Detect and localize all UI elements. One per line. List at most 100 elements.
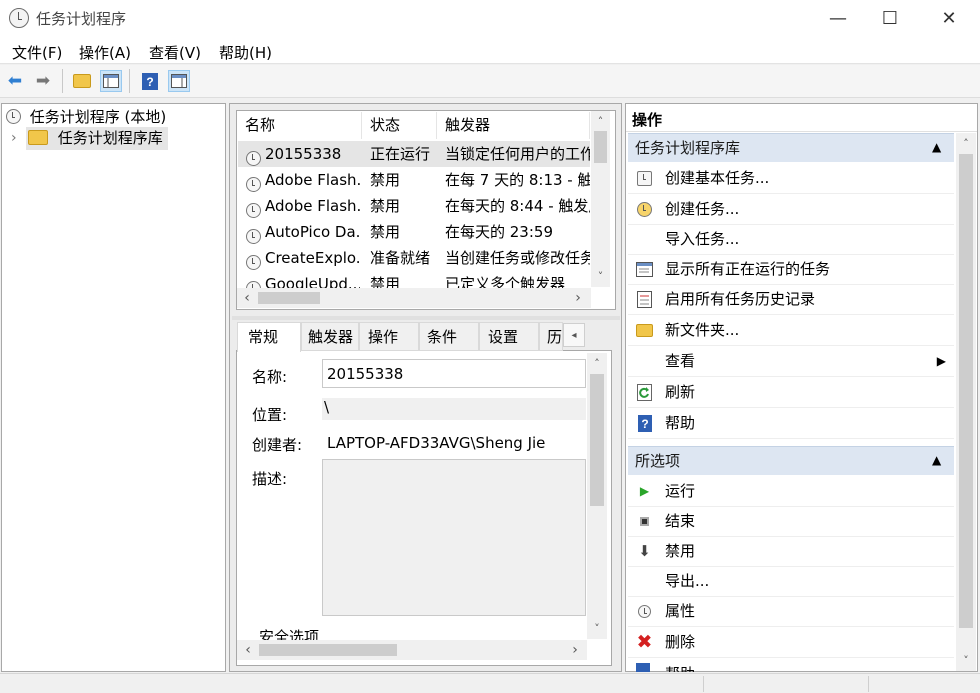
action-delete[interactable]: ✖ 删除	[628, 627, 954, 658]
show-hide-console-tree-icon[interactable]	[100, 70, 122, 92]
task-trigger: 当创建任务或修改任务时	[445, 249, 590, 267]
action-help[interactable]: ? 帮助	[628, 408, 954, 439]
action-label: 结束	[665, 512, 696, 530]
tab-actions[interactable]: 操作	[359, 322, 419, 351]
collapse-icon[interactable]: ▲	[932, 140, 941, 154]
scroll-right-arrow-icon[interactable]: ›	[567, 642, 583, 658]
task-status: 准备就绪	[370, 249, 431, 267]
action-enable-history[interactable]: 启用所有任务历史记录	[628, 284, 954, 315]
tab-settings[interactable]: 设置	[479, 322, 539, 351]
table-row[interactable]: Adobe Flash... 禁用 在每天的 8:44 - 触发后	[238, 193, 590, 219]
scrollbar-thumb[interactable]	[258, 292, 320, 304]
action-import-task[interactable]: 导入任务...	[628, 224, 954, 255]
new-folder-icon	[636, 322, 653, 339]
action-show-running-tasks[interactable]: 显示所有正在运行的任务	[628, 254, 954, 285]
action-end[interactable]: 结束	[628, 506, 954, 537]
action-create-basic-task[interactable]: 创建基本任务...	[628, 163, 954, 194]
action-label: 删除	[665, 633, 696, 651]
table-row[interactable]: 20155338 正在运行 当锁定任何用户的工作站时	[238, 141, 590, 167]
scroll-down-arrow-icon[interactable]: ˅	[587, 620, 607, 637]
tree-item-task-library[interactable]: 任务计划程序库	[26, 127, 168, 150]
task-status: 禁用	[370, 171, 401, 189]
minimize-button[interactable]: —	[813, 0, 863, 36]
submenu-arrow-icon: ▶	[936, 354, 946, 368]
scroll-left-arrow-icon[interactable]: ‹	[240, 642, 256, 658]
task-name: Adobe Flash...	[265, 197, 360, 215]
tab-triggers[interactable]: 触发器	[301, 322, 359, 351]
scroll-up-arrow-icon[interactable]: ˄	[587, 355, 607, 372]
scrollbar-thumb[interactable]	[594, 131, 607, 163]
menu-bar	[0, 37, 980, 64]
menu-file[interactable]: 文件(F)	[12, 42, 62, 63]
task-name: AutoPico Da...	[265, 223, 360, 241]
clock-icon	[246, 281, 261, 288]
table-row[interactable]: AutoPico Da... 禁用 在每天的 23:59	[238, 219, 590, 245]
task-name: 20155338	[265, 145, 342, 163]
action-create-task[interactable]: 创建任务...	[628, 194, 954, 225]
task-status: 禁用	[370, 197, 401, 215]
up-folder-icon[interactable]	[71, 70, 93, 92]
clock-icon	[246, 255, 261, 270]
console-tree-pane	[1, 103, 226, 672]
task-scheduler-app-icon	[9, 8, 29, 28]
description-field[interactable]	[322, 459, 586, 616]
forward-arrow-icon[interactable]: ➡	[32, 70, 54, 92]
section-header-task-library[interactable]: 任务计划程序库	[628, 133, 954, 162]
name-field[interactable]: 20155338	[322, 359, 586, 388]
clock-icon	[246, 229, 261, 244]
scrollbar-thumb[interactable]	[590, 374, 604, 506]
folder-clock-icon	[28, 130, 48, 145]
scroll-up-arrow-icon[interactable]: ˄	[956, 135, 976, 152]
action-run[interactable]: ▶ 运行	[628, 476, 954, 507]
action-label: 创建任务...	[665, 200, 740, 218]
description-label: 描述:	[252, 470, 288, 488]
maximize-button[interactable]: ☐	[865, 0, 915, 36]
tab-general[interactable]: 常规	[237, 322, 301, 352]
column-header-trigger[interactable]: 触发器	[438, 112, 590, 139]
table-row[interactable]: Adobe Flash... 禁用 在每 7 天的 8:13 - 触发后	[238, 167, 590, 193]
tab-conditions[interactable]: 条件	[419, 322, 479, 351]
scroll-left-arrow-icon[interactable]: ‹	[239, 290, 255, 306]
table-row[interactable]: GoogleUpd... 禁用 已定义多个触发器	[238, 271, 590, 288]
help-icon[interactable]: ?	[139, 70, 161, 92]
svg-text:?: ?	[146, 75, 153, 89]
scrollbar-thumb[interactable]	[259, 644, 397, 656]
tab-history[interactable]: 历	[539, 322, 563, 351]
task-status: 正在运行	[370, 145, 431, 163]
scroll-right-arrow-icon[interactable]: ›	[570, 290, 586, 306]
tree-root-item[interactable]: 任务计划程序 (本地)	[6, 106, 166, 127]
column-header-status[interactable]: 状态	[363, 112, 437, 139]
menu-help[interactable]: 帮助(H)	[219, 42, 272, 63]
action-view[interactable]: 查看 ▶	[628, 346, 954, 377]
splitter[interactable]	[232, 316, 620, 320]
action-label: 导出...	[665, 572, 710, 590]
column-header-name[interactable]: 名称	[238, 112, 362, 139]
action-label: 运行	[665, 482, 696, 500]
scroll-down-arrow-icon[interactable]: ˅	[591, 268, 610, 285]
task-status: 禁用	[370, 275, 401, 288]
action-new-folder[interactable]: 新文件夹...	[628, 315, 954, 346]
action-properties[interactable]: 属性	[628, 596, 954, 627]
properties-clock-icon	[636, 603, 653, 620]
tree-expander-icon[interactable]: ›	[11, 130, 17, 146]
action-label: 新文件夹...	[665, 321, 740, 339]
show-hide-action-pane-icon[interactable]	[168, 70, 190, 92]
action-refresh[interactable]: 刷新	[628, 377, 954, 408]
menu-action[interactable]: 操作(A)	[79, 42, 131, 63]
task-rows: 20155338 正在运行 当锁定任何用户的工作站时 Adobe Flash..…	[238, 140, 590, 288]
menu-view[interactable]: 查看(V)	[149, 42, 201, 63]
action-disable[interactable]: ⬇ 禁用	[628, 536, 954, 567]
scrollbar-thumb[interactable]	[959, 154, 973, 628]
section-header-selected-item[interactable]: 所选项	[628, 446, 954, 475]
back-arrow-icon[interactable]: ⬅	[4, 70, 26, 92]
action-label: 属性	[665, 602, 696, 620]
scroll-down-arrow-icon[interactable]: ˅	[956, 652, 976, 669]
action-export[interactable]: 导出...	[628, 566, 954, 597]
collapse-icon[interactable]: ▲	[932, 453, 941, 467]
table-row[interactable]: CreateExplo... 准备就绪 当创建任务或修改任务时	[238, 245, 590, 271]
action-label: 查看	[665, 352, 696, 370]
close-button[interactable]: ✕	[924, 0, 974, 36]
tab-scroll-arrow-icon[interactable]: ◂	[563, 323, 585, 347]
action-help-selected[interactable]: 帮助	[628, 658, 954, 672]
scroll-up-arrow-icon[interactable]: ˄	[591, 113, 610, 130]
